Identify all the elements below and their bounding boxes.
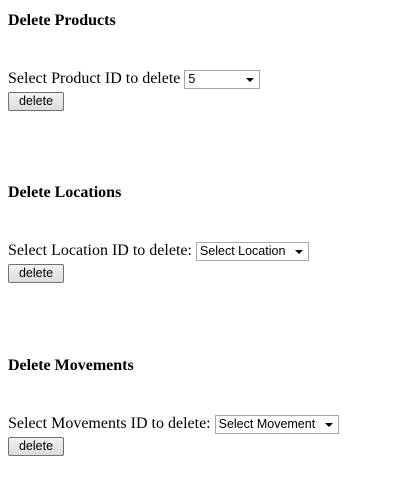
product-id-row: Select Product ID to delete 5	[8, 68, 261, 90]
chevron-down-icon	[294, 249, 303, 254]
movement-id-row: Select Movements ID to delete: Select Mo…	[8, 413, 339, 435]
product-id-selected-value: 5	[188, 71, 196, 86]
delete-movement-button[interactable]: delete	[8, 437, 64, 456]
location-id-row: Select Location ID to delete: Select Loc…	[8, 240, 309, 262]
delete-product-button[interactable]: delete	[8, 92, 64, 111]
delete-locations-heading: Delete Locations	[8, 184, 122, 201]
movement-id-selected-value: Select Movement	[218, 416, 316, 431]
delete-products-heading: Delete Products	[8, 12, 116, 29]
delete-location-button[interactable]: delete	[8, 264, 64, 283]
movement-id-select[interactable]: Select Movement	[214, 414, 339, 434]
location-id-label: Select Location ID to delete:	[8, 242, 192, 259]
delete-movements-section: Delete Movements Select Movements ID to …	[8, 357, 402, 456]
location-id-selected-value: Select Location	[199, 243, 286, 258]
product-id-label: Select Product ID to delete	[8, 70, 181, 87]
chevron-down-icon	[246, 77, 255, 82]
chevron-down-icon	[324, 422, 333, 427]
delete-products-section: Delete Products Select Product ID to del…	[8, 12, 402, 111]
location-id-select[interactable]: Select Location	[195, 241, 309, 261]
movement-id-label: Select Movements ID to delete:	[8, 415, 211, 432]
product-id-select[interactable]: 5	[184, 69, 261, 89]
delete-movements-heading: Delete Movements	[8, 357, 134, 374]
delete-locations-section: Delete Locations Select Location ID to d…	[8, 184, 402, 283]
